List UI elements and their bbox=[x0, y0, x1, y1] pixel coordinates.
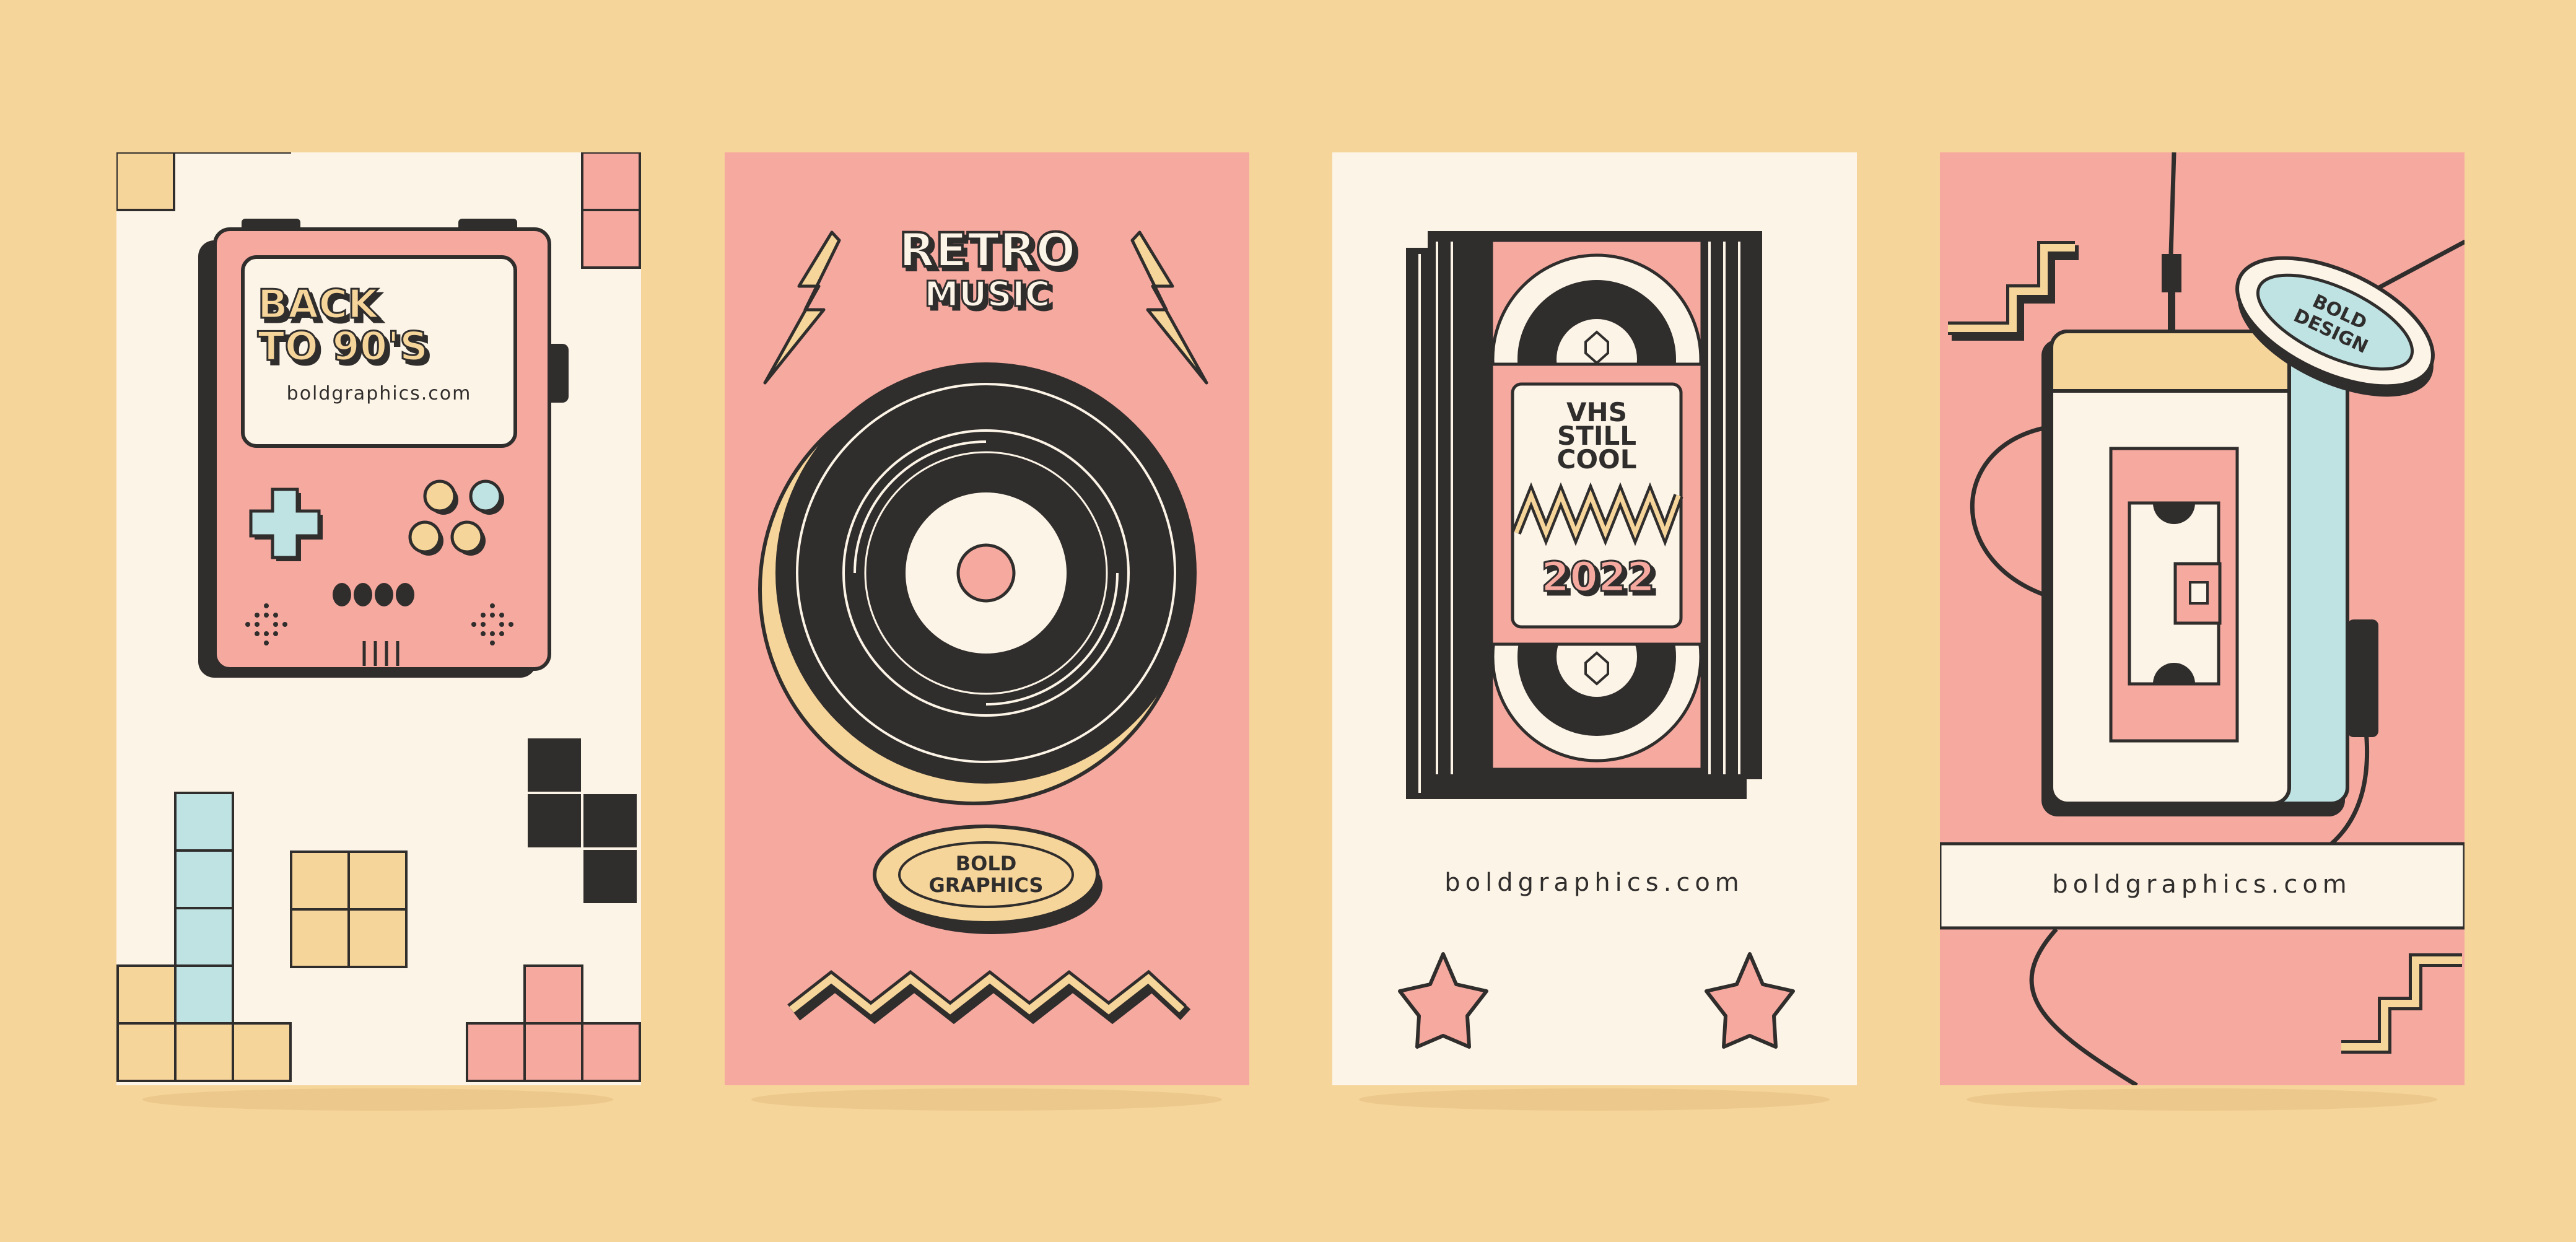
headline-line-1: RETRO bbox=[899, 222, 1075, 278]
website-label: boldgraphics.com bbox=[2052, 870, 2352, 899]
card-shadow bbox=[751, 1088, 1222, 1111]
card-shadow bbox=[142, 1088, 613, 1111]
card-game-console: BACK BACK TO 90'S TO 90'S boldgraphics.c… bbox=[116, 152, 641, 1085]
badge-line-2: GRAPHICS bbox=[929, 873, 1044, 897]
badge-line-1: BOLD bbox=[956, 852, 1017, 875]
headline-line-1: BACK bbox=[258, 282, 380, 328]
canvas: BACK BACK TO 90'S TO 90'S boldgraphics.c… bbox=[0, 0, 2576, 1239]
cassette-player-illustration bbox=[2041, 330, 2378, 816]
card-vhs-tape: VHS STILL COOL 2022 2022 boldgraphics.co… bbox=[1332, 152, 1857, 1085]
poster-set: BACK BACK TO 90'S TO 90'S boldgraphics.c… bbox=[116, 152, 2465, 1111]
card-shadow bbox=[1967, 1088, 2437, 1111]
headline-line-2: MUSIC bbox=[924, 274, 1050, 315]
headline-line-2: TO 90'S bbox=[258, 324, 428, 370]
label-line-3: COOL bbox=[1557, 444, 1637, 474]
handheld-console-illustration: BACK BACK TO 90'S TO 90'S boldgraphics.c… bbox=[198, 219, 569, 678]
website-label: boldgraphics.com bbox=[287, 383, 472, 405]
headphone-cable bbox=[2168, 152, 2177, 255]
card-vinyl-record: RETRO RETRO MUSIC MUSIC BOLD GRAPHICS bbox=[725, 152, 1249, 1085]
card-cassette-player: BOLD DESIGN boldgraphics.com bbox=[1940, 152, 2465, 1085]
website-label: boldgraphics.com bbox=[1444, 868, 1744, 897]
year-label: 2022 bbox=[1541, 553, 1655, 601]
card-shadow bbox=[1359, 1088, 1830, 1111]
vhs-tape-illustration: VHS STILL COOL 2022 2022 bbox=[1406, 231, 1762, 799]
bold-graphics-badge: BOLD GRAPHICS bbox=[873, 824, 1102, 934]
